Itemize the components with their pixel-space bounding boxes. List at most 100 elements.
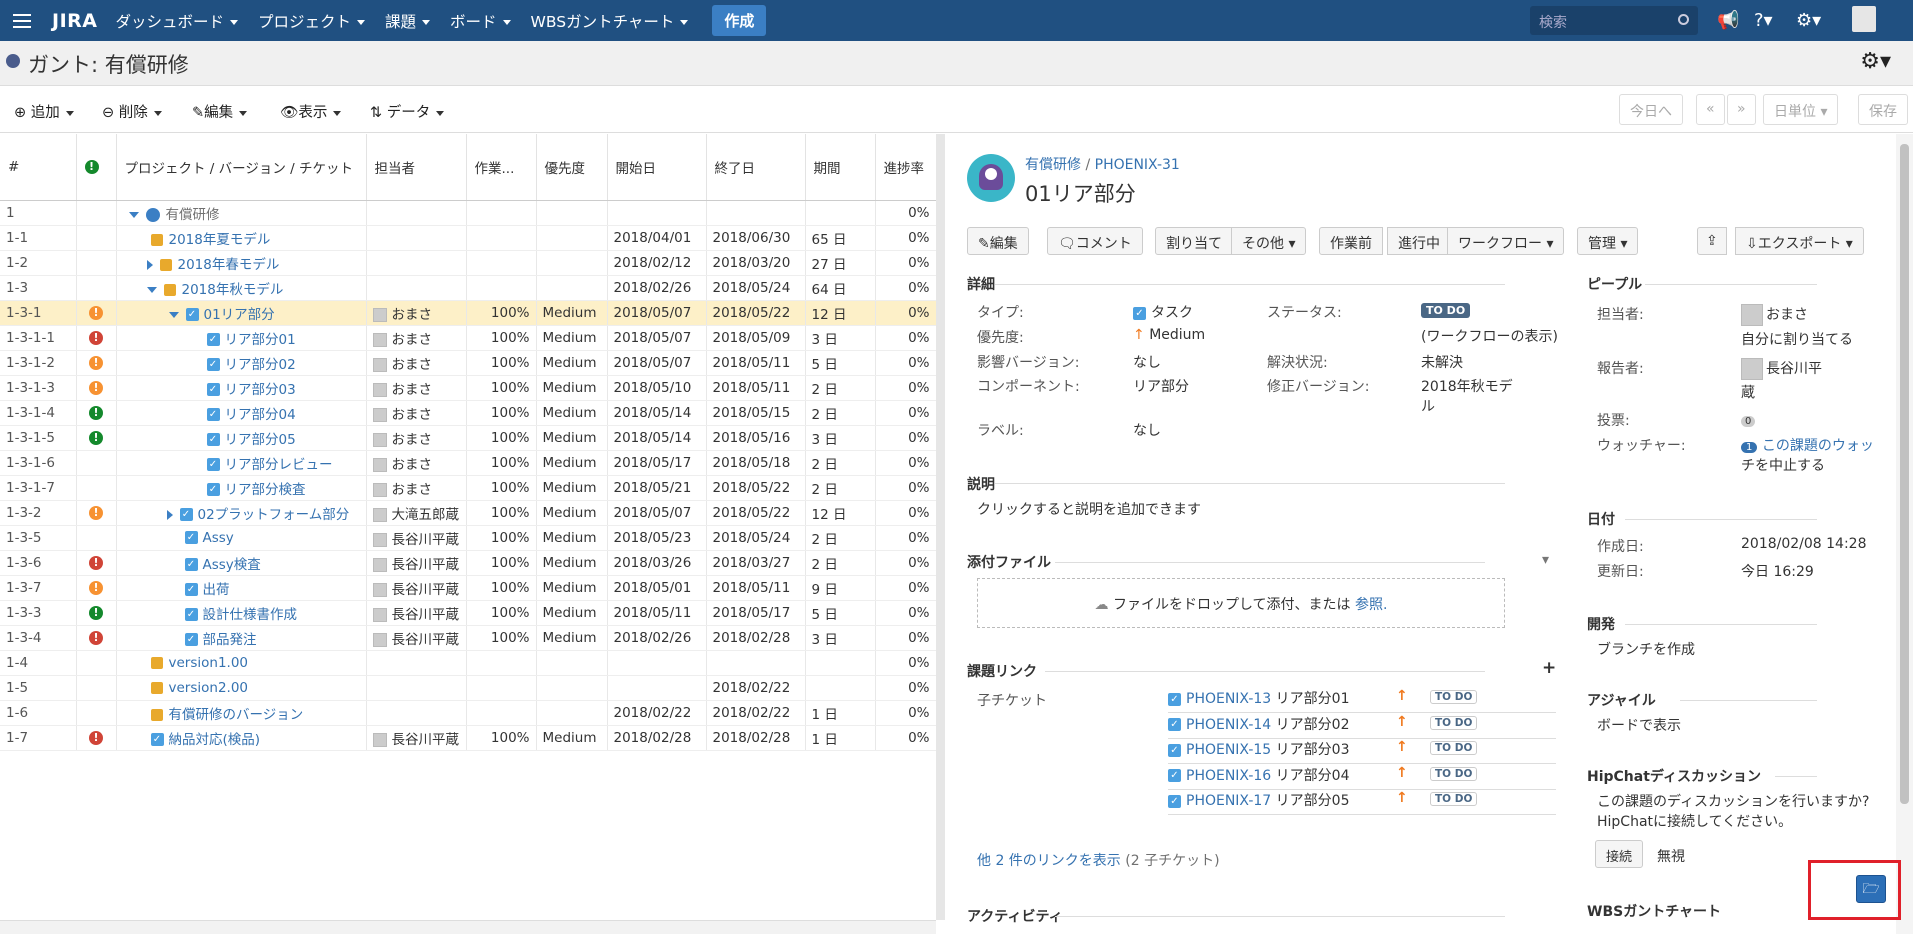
row-name-text[interactable]: 01リア部分 [204,307,275,323]
grid-row[interactable]: 1-3-1-6 ✓ リア部分レビュー おまさ 100% Medium 2018/05/17 2… [0,450,936,476]
row-name-text[interactable]: リア部分04 [225,407,296,423]
expand-toggle-icon[interactable] [146,259,153,270]
row-name[interactable]: 2018年春モデル [116,250,367,276]
grid-row[interactable]: 1-3-1-1! ✓ リア部分01 おまさ 100% Medium 2018/05/07 20… [0,325,936,351]
grid-row[interactable]: 1-3-6! ✓ Assy検査 長谷川平蔵 100% Medium 2018/03/26 20… [0,550,936,576]
comment-button[interactable]: 🗨コメント [1047,227,1143,255]
grid-row[interactable]: 1-6 有償研修のバージョン 2018/02/22 2018/02/22 1 日 0% [0,700,936,726]
vertical-scrollbar[interactable] [1896,134,1913,934]
add-menu[interactable]: ⊕ 追加 [14,101,74,122]
grid-row[interactable]: 1-3-1-3! ✓ リア部分03 おまさ 100% Medium 2018/05/10 20… [0,375,936,401]
stop-watching-link[interactable]: この課題のウォッ [1762,438,1874,454]
megaphone-icon[interactable]: 📢 [1717,10,1739,31]
row-name[interactable]: version2.00 [116,675,367,701]
component-value[interactable]: リア部分 [1133,376,1189,396]
row-name[interactable]: ✓ リア部分05 [116,425,367,451]
attachments-options-icon[interactable]: ▾ [1542,552,1549,568]
unit-select[interactable]: 日単位 ▾ [1763,94,1839,125]
scrollbar-thumb[interactable] [1900,144,1909,804]
grid-row[interactable]: 1-1 2018年夏モデル 2018/04/01 2018/06/30 65 日 0% [0,225,936,251]
export-button[interactable]: ⇩エクスポート ▾ [1735,227,1864,255]
workflow-button[interactable]: ワークフロー ▾ [1447,227,1565,255]
row-name[interactable]: ✓ Assy検査 [116,550,367,576]
row-name[interactable]: 有償研修のバージョン [116,700,367,726]
link-issue-key[interactable]: PHOENIX-17 [1186,793,1271,809]
col-priority[interactable]: 優先度 [536,134,608,201]
save-button[interactable]: 保存 [1858,94,1908,125]
hipchat-connect-button[interactable]: 接続 [1595,840,1644,868]
row-name[interactable]: 有償研修 [116,200,367,226]
stop-watching-link-wrap[interactable]: チを中止する [1741,455,1825,475]
row-name[interactable]: ✓ リア部分04 [116,400,367,426]
menu-boards[interactable]: ボード [450,10,511,32]
grid-row[interactable]: 1-3-1-7 ✓ リア部分検査 おまさ 100% Medium 2018/05/21 201… [0,475,936,501]
show-more-links[interactable]: 他 2 件のリンクを表示 [977,853,1121,869]
row-name[interactable]: ✓ 01リア部分 [116,300,367,326]
assign-button[interactable]: 割り当て [1155,227,1233,255]
row-name[interactable]: ✓ 部品発注 [116,625,367,651]
col-start[interactable]: 開始日 [607,134,707,201]
row-name-text[interactable]: リア部分01 [225,332,296,348]
row-name[interactable]: ✓ 設計仕様書作成 [116,600,367,626]
row-name[interactable]: 2018年夏モデル [116,225,367,251]
view-on-board-link[interactable]: ボードで表示 [1597,715,1681,735]
col-name[interactable]: プロジェクト / バージョン / チケット [116,134,367,201]
grid-row[interactable]: 1-4 version1.00 0% [0,650,936,676]
grid-row[interactable]: 1-3-1! ✓ 01リア部分 おまさ 100% Medium 2018/05/07 2018… [0,300,936,326]
edit-menu[interactable]: ✎編集 [192,101,247,122]
share-button[interactable]: ⇪ [1697,227,1727,255]
browse-link[interactable]: 参照. [1355,597,1387,613]
grid-row[interactable]: 1-2 2018年春モデル 2018/02/12 2018/03/20 27 日 0% [0,250,936,276]
pane-divider[interactable] [936,134,945,920]
row-name-text[interactable]: version2.00 [169,680,249,696]
row-name-text[interactable]: 出荷 [203,582,230,598]
breadcrumb-issue-key[interactable]: PHOENIX-31 [1095,157,1180,173]
row-name[interactable]: ✓ 納品対応(検品) [116,725,367,751]
collapse-toggle-icon[interactable] [146,286,157,293]
prev-button[interactable]: « [1696,94,1725,125]
todo-transition-button[interactable]: 作業前 [1319,227,1383,255]
col-assignee[interactable]: 担当者 [366,134,467,201]
watchers-value[interactable]: 1 この課題のウォッ [1741,435,1874,455]
folder-open-button[interactable]: 🗁 [1856,875,1886,903]
row-name-text[interactable]: Assy [203,530,234,546]
grid-row[interactable]: 1 有償研修 0% [0,200,936,226]
assign-to-me-link[interactable]: 自分に割り当てる [1741,329,1853,349]
collapse-toggle-icon[interactable] [128,211,139,218]
hipchat-ignore-link[interactable]: 無視 [1657,846,1685,866]
grid-row[interactable]: 1-3-4! ✓ 部品発注 長谷川平蔵 100% Medium 2018/02/26 2018… [0,625,936,651]
add-link-icon[interactable]: + [1542,658,1556,678]
col-progress[interactable]: 進捗率 [875,134,936,201]
row-name[interactable]: ✓ リア部分01 [116,325,367,351]
gear-icon[interactable]: ⚙▾ [1860,49,1891,74]
row-name-text[interactable]: 2018年夏モデル [169,232,271,248]
today-button[interactable]: 今日へ [1619,94,1683,125]
attachment-dropzone[interactable]: ☁ ファイルをドロップして添付、または 参照. [977,578,1505,628]
collapse-toggle-icon[interactable] [168,311,179,318]
row-name-text[interactable]: 有償研修 [166,207,220,223]
row-name-text[interactable]: リア部分03 [225,382,296,398]
row-name-text[interactable]: 部品発注 [203,632,257,648]
row-name-text[interactable]: 02プラットフォーム部分 [198,507,350,523]
col-end[interactable]: 終了日 [706,134,806,201]
grid-row[interactable]: 1-3-2! ✓ 02プラットフォーム部分 大滝五郎蔵 100% Medium 2018/0… [0,500,936,526]
user-avatar[interactable] [1852,6,1876,32]
row-name[interactable]: ✓ 02プラットフォーム部分 [116,500,367,526]
row-name-text[interactable]: 2018年秋モデル [182,282,284,298]
app-switcher-icon[interactable] [0,0,44,41]
search-input[interactable]: 検索 [1530,6,1698,35]
view-workflow-link[interactable]: (ワークフローの表示) [1421,326,1558,346]
row-name[interactable]: ✓ リア部分02 [116,350,367,376]
row-name[interactable]: ✓ リア部分03 [116,375,367,401]
more-button[interactable]: その他 ▾ [1231,227,1307,255]
grid-row[interactable]: 1-3-7! ✓ 出荷 長谷川平蔵 100% Medium 2018/05/01 2018/0… [0,575,936,601]
settings-gear-icon[interactable]: ⚙▾ [1796,10,1821,31]
create-button[interactable]: 作成 [712,5,767,36]
description-placeholder[interactable]: クリックすると説明を追加できます [977,499,1201,519]
row-name-text[interactable]: リア部分05 [225,432,296,448]
row-name-text[interactable]: リア部分02 [225,357,296,373]
row-name-text[interactable]: リア部分レビュー [225,457,333,473]
votes-badge[interactable]: 0 [1741,412,1756,428]
grid-row[interactable]: 1-3-1-2! ✓ リア部分02 おまさ 100% Medium 2018/05/07 20… [0,350,936,376]
link-issue-key[interactable]: PHOENIX-13 [1186,691,1271,707]
